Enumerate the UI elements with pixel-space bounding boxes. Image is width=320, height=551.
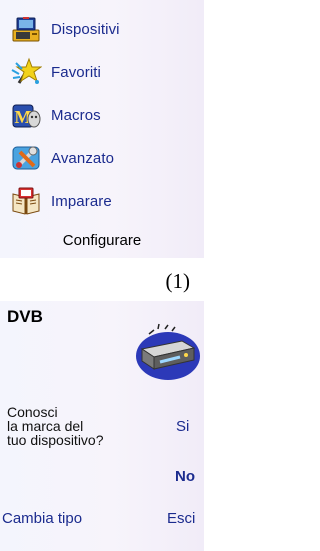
brand-question: Conosci la marca del tuo dispositivo? <box>7 405 137 447</box>
menu-item-label: Dispositivi <box>51 20 120 38</box>
exit-button[interactable]: Esci <box>167 510 195 527</box>
menu-item-imparare[interactable]: Imparare <box>10 184 112 218</box>
no-button[interactable]: No <box>175 468 195 485</box>
device-type-title: DVB <box>7 307 43 326</box>
yes-button[interactable]: Si <box>176 418 189 435</box>
menu-item-favoriti[interactable]: Favoriti <box>10 55 101 89</box>
question-line: Conosci <box>7 404 58 420</box>
menu-item-macros[interactable]: M Macros <box>10 98 101 132</box>
question-line: tuo dispositivo? <box>7 432 104 448</box>
figure-caption: (1) <box>165 269 191 293</box>
configure-button[interactable]: Configurare <box>0 232 204 249</box>
main-menu-panel: Dispositivi Favoriti M Macros Avanzato I… <box>0 0 204 258</box>
star-icon <box>10 56 42 88</box>
dvb-receiver-icon <box>128 323 200 381</box>
tv-icon <box>10 13 42 45</box>
menu-item-label: Imparare <box>51 192 112 210</box>
menu-item-label: Favoriti <box>51 63 101 81</box>
change-type-button[interactable]: Cambia tipo <box>2 510 82 527</box>
menu-item-dispositivi[interactable]: Dispositivi <box>10 12 120 46</box>
device-setup-panel: DVB Conosci la marca del tuo dispositivo… <box>0 301 204 551</box>
tools-icon <box>10 142 42 174</box>
macro-icon: M <box>10 99 42 131</box>
menu-item-avanzato[interactable]: Avanzato <box>10 141 114 175</box>
menu-item-label: Macros <box>51 106 101 124</box>
question-line: la marca del <box>7 418 84 434</box>
menu-item-label: Avanzato <box>51 149 115 167</box>
book-icon <box>10 185 42 217</box>
